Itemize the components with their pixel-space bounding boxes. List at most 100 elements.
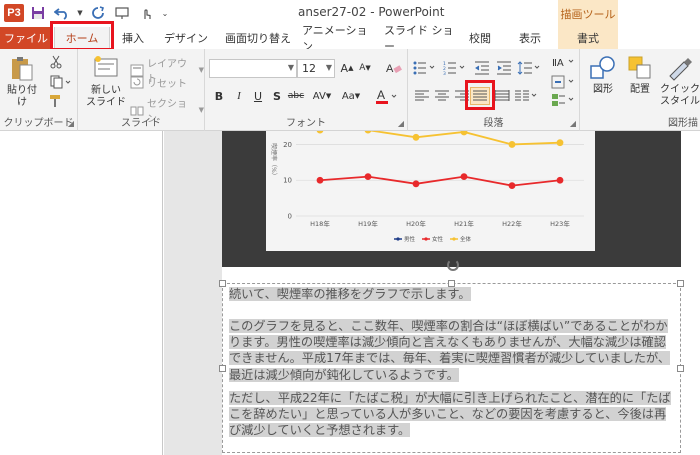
tab-insert[interactable]: 挿入 bbox=[114, 27, 152, 49]
y-axis-label: 喫煙率（%） bbox=[270, 143, 278, 179]
line-chart: 喫煙率（%） 0 10 20 H18年 H19年 H20年 H21年 H22年 H23年男性 女性 全… bbox=[270, 126, 584, 243]
y-tick-label-1: 10 bbox=[283, 177, 292, 185]
undo-dropdown-icon[interactable]: ▼ bbox=[76, 4, 84, 22]
cut-icon[interactable] bbox=[46, 53, 66, 71]
bold-icon[interactable]: B bbox=[210, 87, 228, 105]
distributed-icon[interactable] bbox=[492, 87, 512, 105]
svg-text:3: 3 bbox=[443, 71, 446, 75]
paste-icon bbox=[12, 57, 33, 81]
y-tick-label-2: 20 bbox=[283, 141, 292, 149]
new-slide-icon bbox=[94, 56, 118, 77]
legend-marker-2 bbox=[452, 237, 456, 241]
customize-qat-icon[interactable]: ⌄ bbox=[160, 4, 170, 22]
reset-label: リセット bbox=[147, 79, 187, 90]
paste-button[interactable]: 貼り付け bbox=[3, 55, 41, 109]
rotate-handle-icon[interactable] bbox=[447, 259, 459, 271]
tab-slideshow[interactable]: スライド ショー bbox=[384, 24, 458, 53]
tab-design[interactable]: デザイン bbox=[158, 27, 214, 49]
text-shadow-icon[interactable]: S bbox=[268, 87, 286, 105]
align-text-icon[interactable] bbox=[550, 73, 576, 91]
line-spacing-icon[interactable] bbox=[516, 59, 542, 77]
reset-icon bbox=[130, 76, 144, 89]
arrange-button[interactable]: 配置 bbox=[622, 54, 658, 96]
quick-access-toolbar: P3 ▼ ⌄ bbox=[4, 4, 170, 22]
font-size-dropdown-icon[interactable]: ▼ bbox=[326, 63, 332, 72]
slides-group: 新しい スライド レイアウト ▼ リセット セクション ▼ スライド bbox=[78, 49, 205, 131]
save-icon[interactable] bbox=[28, 4, 48, 22]
font-name-combo[interactable]: ▼ bbox=[209, 59, 297, 78]
slide-thumbnails-pane[interactable] bbox=[0, 131, 163, 455]
tab-home[interactable]: ホーム bbox=[54, 27, 110, 49]
columns-icon[interactable] bbox=[512, 87, 540, 105]
quick-styles-button[interactable]: クイック スタイル bbox=[660, 54, 700, 108]
svg-text:ⅡA: ⅡA bbox=[552, 58, 564, 69]
decrease-indent-icon[interactable] bbox=[472, 59, 492, 77]
clipboard-launcher-icon[interactable]: ◢ bbox=[68, 119, 74, 128]
series-2-point-4 bbox=[508, 141, 516, 148]
undo-icon[interactable] bbox=[52, 4, 72, 22]
y-tick-label-0: 0 bbox=[288, 213, 292, 221]
change-case-icon[interactable]: Aa ▼ bbox=[338, 87, 364, 105]
increase-indent-icon[interactable] bbox=[494, 59, 514, 77]
resize-handle-middle-left[interactable] bbox=[219, 365, 226, 372]
font-launcher-icon[interactable]: ◢ bbox=[398, 119, 404, 128]
numbering-icon[interactable]: 123 bbox=[442, 59, 468, 77]
resize-handle-top-center[interactable] bbox=[448, 280, 455, 287]
tab-animations[interactable]: アニメーション bbox=[302, 24, 378, 53]
font-name-dropdown-icon[interactable]: ▼ bbox=[288, 63, 294, 72]
italic-icon[interactable]: I bbox=[230, 87, 248, 105]
font-size-combo[interactable]: 12 ▼ bbox=[297, 59, 335, 78]
text-paragraph-3: ただし、平成22年に「たばこ税」が大幅に引き上げられたこと、潜在的に「たばこを辞… bbox=[229, 391, 671, 438]
x-tick-label-2: H20年 bbox=[406, 219, 426, 228]
paragraph-launcher-icon[interactable]: ◢ bbox=[570, 119, 576, 128]
tab-view[interactable]: 表示 bbox=[512, 27, 548, 49]
align-right-icon[interactable] bbox=[452, 87, 472, 105]
start-from-beginning-icon[interactable] bbox=[112, 4, 132, 22]
series-2-point-0 bbox=[316, 126, 324, 134]
shapes-icon bbox=[590, 56, 615, 79]
copy-icon[interactable] bbox=[46, 73, 76, 91]
series-1-point-2 bbox=[412, 180, 420, 188]
powerpoint-window: P3 ▼ ⌄ anser27-02 - PowerPoint 描画ツール ファイ… bbox=[0, 0, 700, 455]
align-center-icon[interactable] bbox=[432, 87, 452, 105]
reset-button[interactable]: リセット bbox=[130, 75, 187, 90]
justify-icon[interactable] bbox=[470, 87, 490, 105]
tab-file[interactable]: ファイル bbox=[0, 27, 52, 49]
touch-mode-icon[interactable] bbox=[136, 4, 156, 22]
resize-handle-middle-right[interactable] bbox=[677, 365, 684, 372]
font-group-label: フォント bbox=[286, 118, 326, 129]
resize-handle-top-right[interactable] bbox=[677, 280, 684, 287]
tab-review[interactable]: 校閲 bbox=[462, 27, 498, 49]
grow-font-icon[interactable]: A ▲ bbox=[338, 59, 356, 77]
quick-styles-icon bbox=[669, 58, 692, 81]
tab-format[interactable]: 書式 bbox=[558, 27, 618, 49]
chart-picture[interactable]: 喫煙率（%） 0 10 20 H18年 H19年 H20年 H21年 H22年 H23年 男性 女性 全… bbox=[222, 126, 681, 267]
bullets-icon[interactable] bbox=[412, 59, 438, 77]
series-2-point-2 bbox=[412, 133, 420, 141]
text-direction-icon[interactable]: ⅡA bbox=[550, 53, 576, 71]
clear-formatting-icon[interactable]: A bbox=[385, 59, 403, 77]
x-tick-label-1: H19年 bbox=[358, 219, 378, 228]
strikethrough-icon[interactable]: abc bbox=[287, 87, 305, 105]
tab-transitions[interactable]: 画面切り替え bbox=[220, 27, 296, 49]
new-slide-button[interactable]: 新しい スライド bbox=[84, 55, 128, 109]
body-text-box[interactable]: 続いて、喫煙率の推移をグラフで示します。 このグラフを見ると、ここ数年、喫煙率の… bbox=[222, 283, 681, 453]
legend-label-1: 女性 bbox=[432, 235, 444, 243]
format-painter-icon[interactable] bbox=[46, 92, 66, 110]
resize-handle-top-left[interactable] bbox=[219, 280, 226, 287]
convert-to-smartart-icon[interactable] bbox=[550, 91, 576, 109]
font-color-icon[interactable]: A bbox=[375, 87, 399, 105]
svg-text:A: A bbox=[386, 63, 394, 75]
clipboard-group-label: クリップボード bbox=[3, 118, 74, 129]
underline-icon[interactable]: U bbox=[249, 87, 267, 105]
legend-label-0: 男性 bbox=[404, 235, 416, 243]
shrink-font-icon[interactable]: A ▼ bbox=[356, 59, 374, 77]
ribbon-tabs: ファイル ホーム 挿入 デザイン 画面切り替え アニメーション スライド ショー… bbox=[0, 24, 700, 53]
x-tick-label-0: H18年 bbox=[310, 219, 330, 228]
series-2-point-1 bbox=[364, 126, 372, 134]
series-1-point-1 bbox=[364, 173, 372, 181]
align-left-icon[interactable] bbox=[412, 87, 432, 105]
shapes-button[interactable]: 図形 bbox=[584, 54, 622, 96]
redo-icon[interactable] bbox=[88, 4, 108, 22]
character-spacing-icon[interactable]: AV ▼ bbox=[309, 87, 335, 105]
